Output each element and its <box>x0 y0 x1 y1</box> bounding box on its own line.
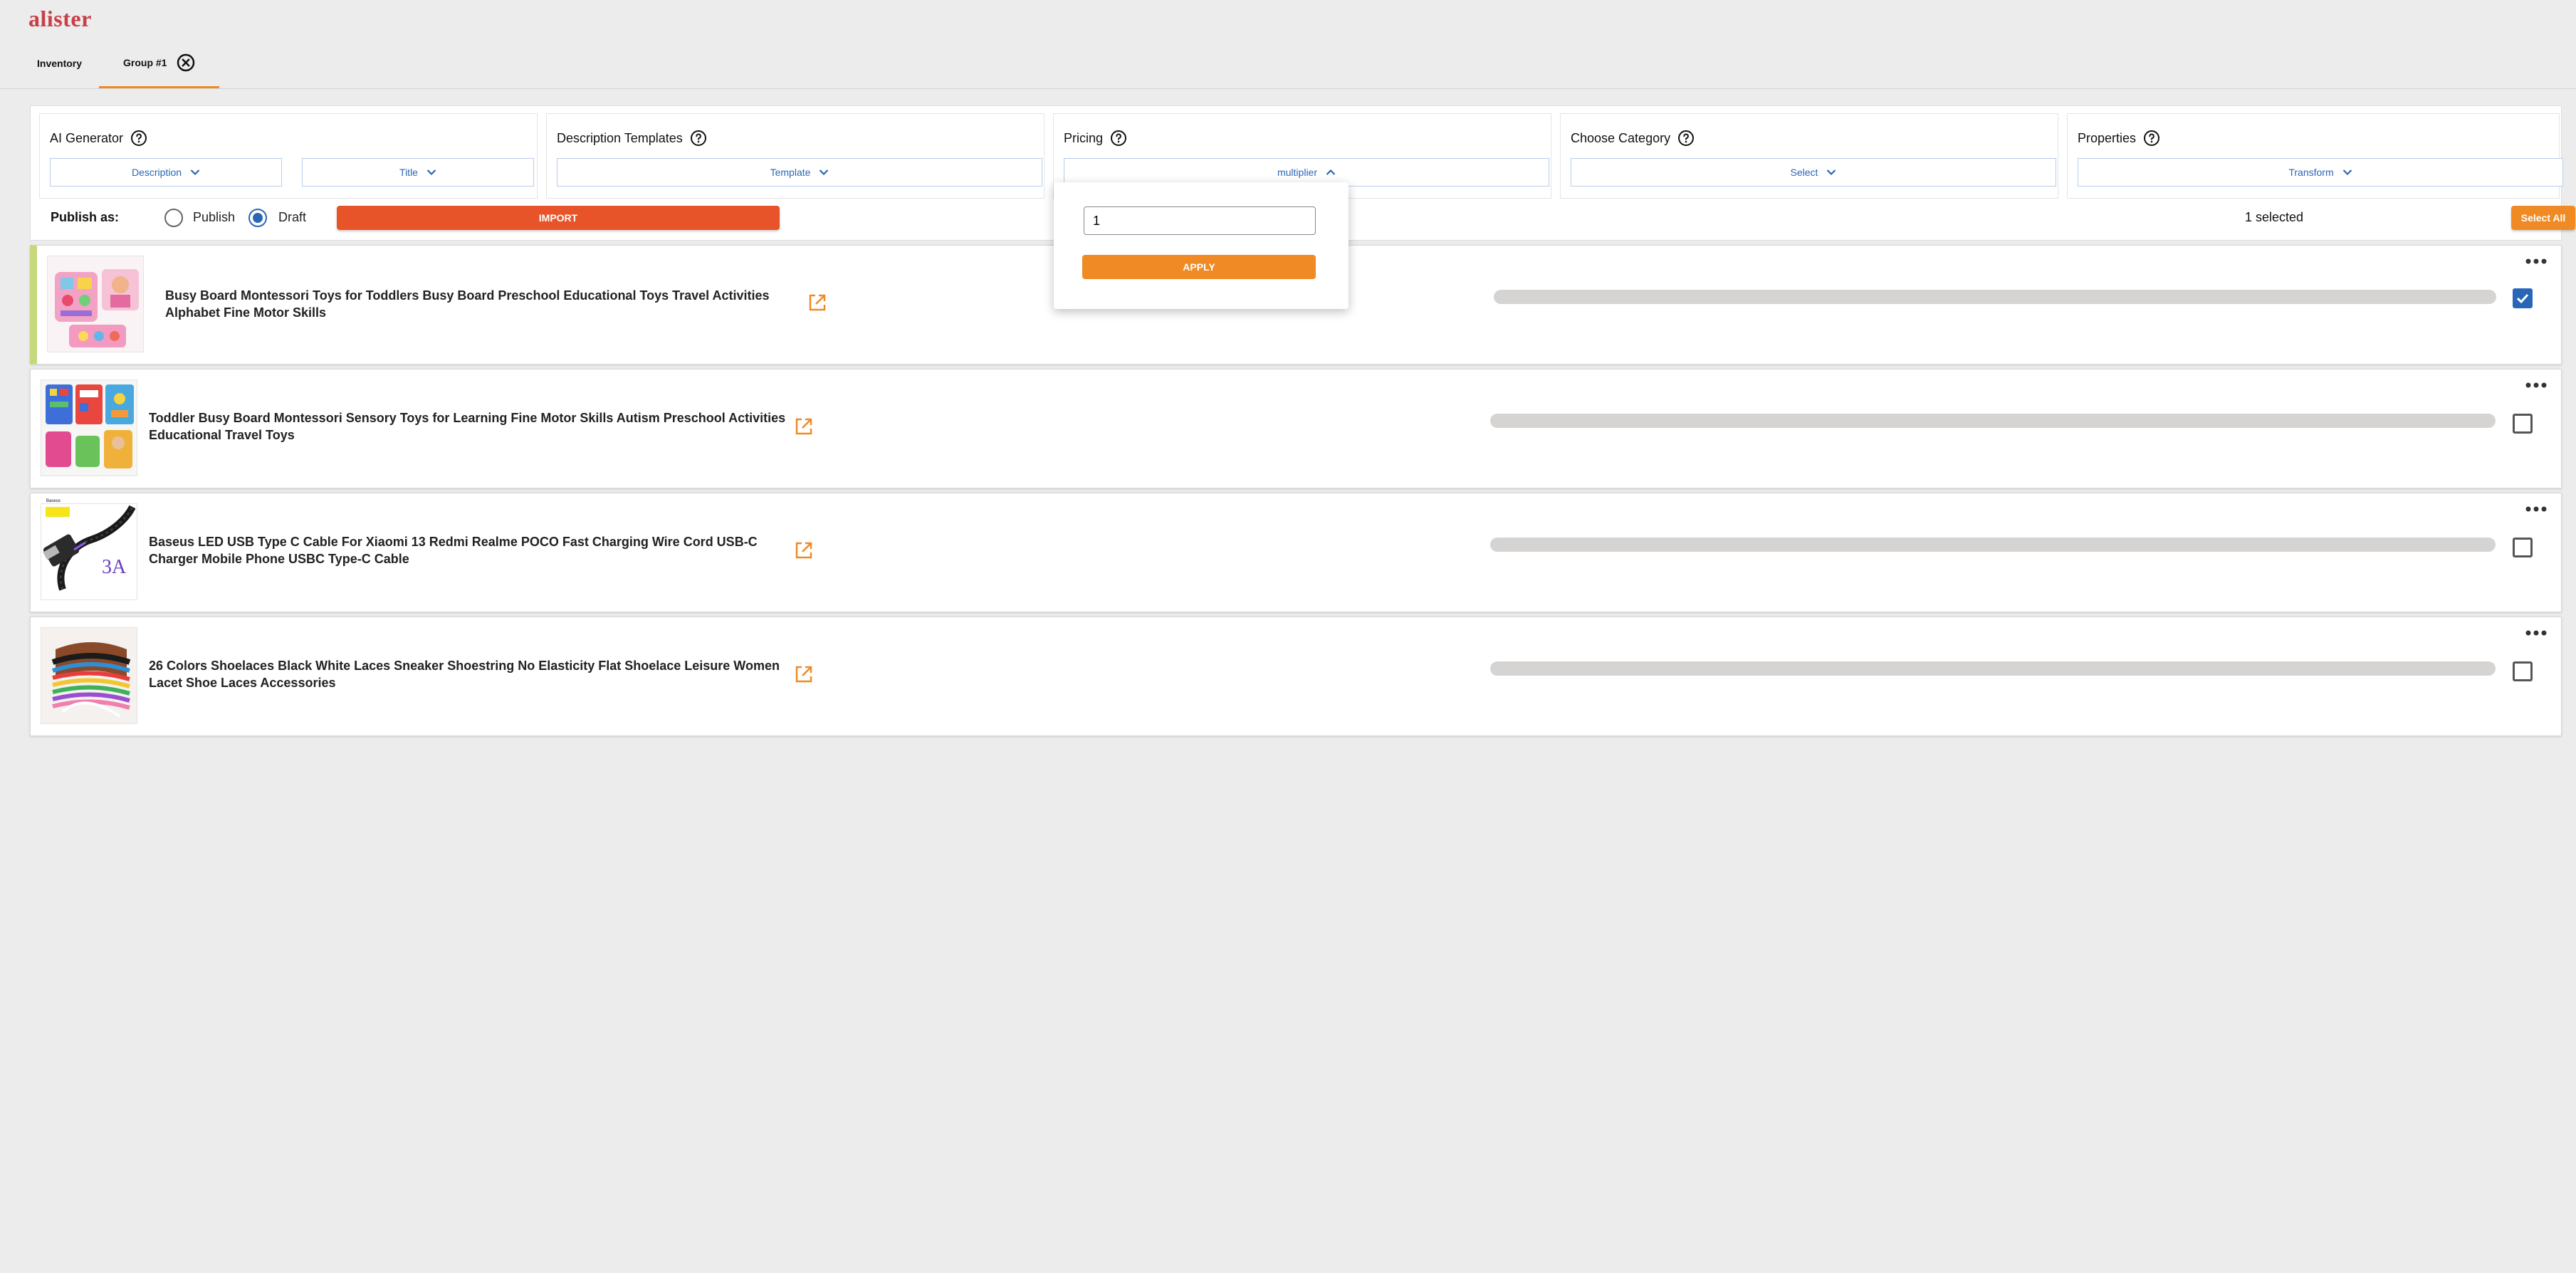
more-options-icon[interactable] <box>2524 256 2548 267</box>
item-checkbox[interactable] <box>2513 414 2533 434</box>
list-item[interactable]: Baseus 3A Baseus LED USB Type C Cable Fo… <box>30 493 2562 612</box>
title-line: 26 Colors Shoelaces Black White Laces Sn… <box>149 659 780 673</box>
draft-radio[interactable] <box>248 209 267 227</box>
import-button[interactable]: IMPORT <box>337 206 780 230</box>
properties-dropdown[interactable]: Transform <box>2078 158 2563 187</box>
section-title: Pricing <box>1064 130 1127 147</box>
help-icon[interactable] <box>2143 130 2160 147</box>
product-thumbnail <box>41 627 137 724</box>
product-title: 26 Colors Shoelaces Black White Laces Sn… <box>149 657 790 691</box>
progress-bar <box>1490 661 2496 676</box>
publish-as-label: Publish as: <box>51 210 120 224</box>
external-link-icon[interactable] <box>792 415 815 438</box>
item-checkbox[interactable] <box>2513 288 2533 308</box>
section-title-text: Pricing <box>1064 130 1104 145</box>
section-title: Description Templates <box>557 130 707 147</box>
selected-count: 1 selected <box>2245 210 2304 224</box>
product-title: Baseus LED USB Type C Cable For Xiaomi 1… <box>149 533 790 567</box>
section-title: AI Generator <box>50 130 147 147</box>
external-link-icon[interactable] <box>792 663 815 686</box>
chevron-down-icon <box>1827 169 1836 176</box>
external-link-icon[interactable] <box>792 539 815 562</box>
category-dropdown[interactable]: Select <box>1571 158 2056 187</box>
dropdown-label: multiplier <box>1277 167 1317 178</box>
title-line: Toddler Busy Board Montessori Sensory To… <box>149 411 786 425</box>
progress-bar <box>1490 538 2496 552</box>
thumbnail-badge-text: 3A <box>102 556 127 578</box>
product-thumbnail <box>41 503 137 600</box>
dropdown-label: Transform <box>2288 167 2334 178</box>
section-title-text: Choose Category <box>1571 130 1671 145</box>
help-icon[interactable] <box>1110 130 1127 147</box>
description-dropdown[interactable]: Description <box>50 158 282 187</box>
product-title: Toddler Busy Board Montessori Sensory To… <box>149 409 790 444</box>
title-line: Alphabet Fine Motor Skills <box>165 305 327 320</box>
product-thumbnail <box>41 379 137 476</box>
choose-category-section: Choose Category Select <box>1560 113 2058 199</box>
section-title: Properties <box>2078 130 2160 147</box>
select-all-button[interactable]: Select All <box>2511 206 2575 230</box>
description-templates-section: Description Templates Template <box>546 113 1044 199</box>
tab-group-1[interactable]: Group #1 <box>99 38 220 88</box>
title-line: Baseus LED USB Type C Cable For Xiaomi 1… <box>149 535 758 549</box>
item-checkbox[interactable] <box>2513 538 2533 557</box>
title-dropdown[interactable]: Title <box>302 158 534 187</box>
title-line: Busy Board Montessori Toys for Toddlers … <box>165 288 770 303</box>
progress-bar <box>1490 414 2496 428</box>
tab-divider <box>0 88 2576 89</box>
more-options-icon[interactable] <box>2524 379 2548 391</box>
section-title-text: Description Templates <box>557 130 683 145</box>
help-icon[interactable] <box>690 130 707 147</box>
product-thumbnail <box>47 256 144 352</box>
dropdown-label: Select <box>1790 167 1818 178</box>
product-title: Busy Board Montessori Toys for Toddlers … <box>165 287 806 321</box>
title-line: Educational Travel Toys <box>149 428 295 442</box>
title-line: Lacet Shoe Laces Accessories <box>149 676 336 690</box>
list-item[interactable]: 26 Colors Shoelaces Black White Laces Sn… <box>30 617 2562 736</box>
dropdown-label: Description <box>131 167 182 178</box>
progress-bar <box>1494 290 2496 304</box>
tab-label: Inventory <box>37 58 83 69</box>
app-logo[interactable]: alister <box>28 6 92 32</box>
thumbnail-badge: Baseus <box>46 499 61 503</box>
more-options-icon[interactable] <box>2524 627 2548 639</box>
tab-inventory[interactable]: Inventory <box>20 38 99 88</box>
section-title-text: Properties <box>2078 130 2137 145</box>
title-line: Charger Mobile Phone USBC Type-C Cable <box>149 552 409 566</box>
section-title: Choose Category <box>1571 130 1695 147</box>
properties-section: Properties Transform <box>2067 113 2563 199</box>
ai-generator-section: AI Generator Description Title <box>39 113 538 199</box>
chevron-up-icon <box>1326 169 1336 175</box>
item-checkbox[interactable] <box>2513 661 2533 681</box>
apply-button[interactable]: APPLY <box>1082 255 1316 279</box>
help-icon[interactable] <box>130 130 147 147</box>
tab-bar: Inventory Group #1 <box>20 38 220 88</box>
draft-radio-label: Draft <box>278 210 307 224</box>
list-item[interactable]: Toddler Busy Board Montessori Sensory To… <box>30 369 2562 488</box>
more-options-icon[interactable] <box>2524 503 2548 515</box>
publish-radio-label: Publish <box>193 210 236 224</box>
publish-radio[interactable] <box>164 209 183 227</box>
pricing-popover: APPLY <box>1054 182 1349 309</box>
chevron-down-icon <box>190 169 200 176</box>
help-icon[interactable] <box>1677 130 1695 147</box>
chevron-down-icon <box>2342 169 2352 176</box>
multiplier-input[interactable] <box>1084 206 1316 235</box>
section-title-text: AI Generator <box>50 130 124 145</box>
chevron-down-icon <box>426 169 436 176</box>
dropdown-label: Template <box>770 167 811 178</box>
chevron-down-icon <box>820 169 829 176</box>
check-icon <box>2516 293 2529 304</box>
close-tab-icon[interactable] <box>177 53 195 72</box>
tab-label: Group #1 <box>123 56 167 68</box>
external-link-icon[interactable] <box>806 291 829 314</box>
dropdown-label: Title <box>399 167 418 178</box>
template-dropdown[interactable]: Template <box>557 158 1042 187</box>
